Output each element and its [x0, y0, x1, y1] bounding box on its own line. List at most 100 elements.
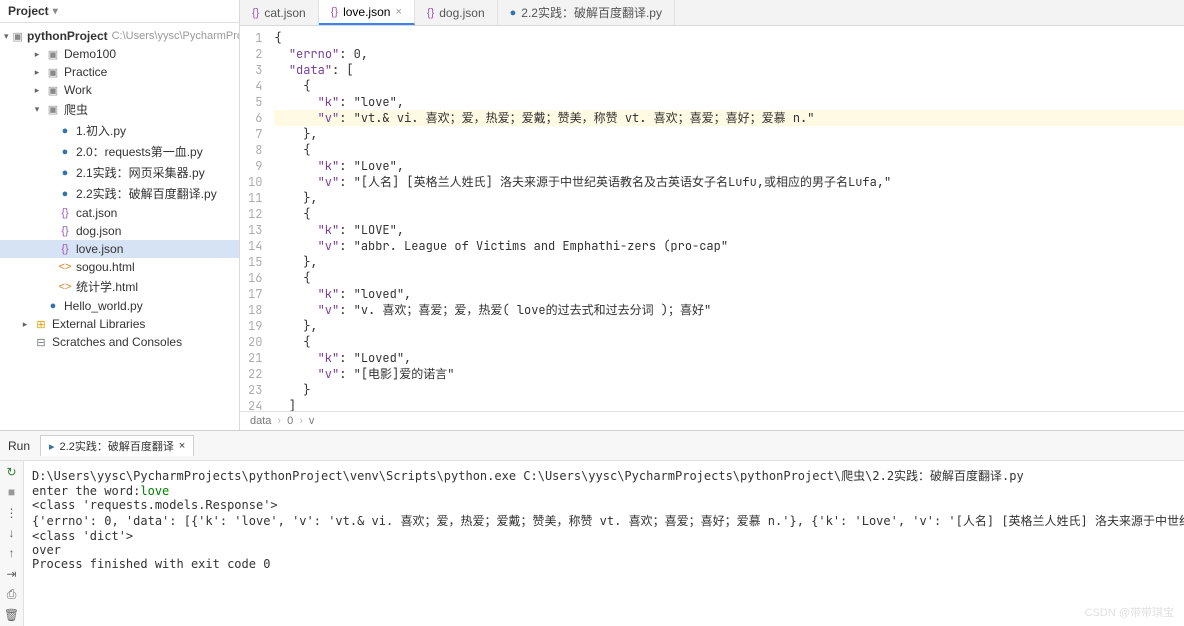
- tab-label: dog.json: [439, 6, 484, 20]
- tree-item-label: love.json: [76, 242, 123, 256]
- code-line: "v": "v. 喜欢；喜爱；爱，热爱( love的过去式和过去分词 )；喜好": [274, 302, 1184, 318]
- tree-item-label: 2.2实践：破解百度翻译.py: [76, 185, 217, 202]
- tree-item[interactable]: ● 2.1实践：网页采集器.py: [0, 162, 239, 183]
- tab-label: 2.2实践：破解百度翻译.py: [521, 4, 662, 21]
- code-line: "v": "[人名] [英格兰人姓氏] 洛夫来源于中世纪英语教名及古英语女子名L…: [274, 174, 1184, 190]
- breadcrumb-segment[interactable]: 0: [287, 415, 293, 427]
- tree-item[interactable]: ●1.初入.py: [0, 120, 239, 141]
- console-line: <class 'requests.models.Response'>: [32, 498, 1176, 512]
- print-button[interactable]: ⎙: [4, 587, 20, 602]
- tree-item[interactable]: ▸⊞External Libraries: [0, 315, 239, 333]
- console-output[interactable]: D:\Users\yysc\PycharmProjects\pythonProj…: [24, 461, 1184, 626]
- project-sidebar: Project ▾ ▾ ▣ pythonProject C:\Users\yys…: [0, 0, 240, 430]
- tree-item-label: Hello_world.py: [64, 299, 143, 313]
- editor-body[interactable]: 123456789101112131415161718192021222324 …: [240, 26, 1184, 411]
- chevron-down-icon: ▾: [4, 31, 9, 42]
- code-line: {: [274, 334, 1184, 350]
- close-icon[interactable]: ×: [179, 440, 185, 452]
- breadcrumb-segment[interactable]: data: [250, 415, 271, 427]
- py-icon: ●: [58, 166, 72, 180]
- code-content[interactable]: { "errno": 0, "data": [ { "k": "love", "…: [274, 26, 1184, 411]
- tree-item[interactable]: ▸▣Work: [0, 81, 239, 99]
- folder-icon: ▣: [13, 29, 23, 43]
- breadcrumb-segment[interactable]: v: [309, 415, 315, 427]
- tree-item[interactable]: ⊟Scratches and Consoles: [0, 333, 239, 351]
- editor-tab[interactable]: {} dog.json: [415, 0, 498, 25]
- tree-item[interactable]: ▾▣爬虫: [0, 99, 239, 120]
- tree-item[interactable]: {}cat.json: [0, 204, 239, 222]
- editor-tab[interactable]: {}love.json×: [319, 0, 415, 25]
- tree-item[interactable]: ●Hello_world.py: [0, 297, 239, 315]
- breadcrumb-separator: ›: [299, 415, 303, 427]
- tab-label: cat.json: [264, 6, 305, 20]
- code-line: "k": "LOVE",: [274, 222, 1184, 238]
- stop-button[interactable]: ■: [4, 485, 20, 499]
- tree-item-label: Demo100: [64, 47, 116, 61]
- tree-item[interactable]: ▸ ▣ Demo100: [0, 45, 239, 63]
- tree-item-label: 统计学.html: [76, 278, 138, 295]
- up-button[interactable]: ↑: [4, 546, 20, 560]
- close-icon[interactable]: ×: [395, 6, 401, 18]
- tree-item-label: Scratches and Consoles: [52, 335, 182, 349]
- tree-item[interactable]: {}love.json: [0, 240, 239, 258]
- py-icon: ●: [58, 145, 72, 159]
- code-line: {: [274, 206, 1184, 222]
- console-line: {'errno': 0, 'data': [{'k': 'love', 'v':…: [32, 512, 1176, 529]
- breadcrumb-separator: ›: [277, 415, 281, 427]
- code-line: {: [274, 270, 1184, 286]
- tree-item[interactable]: <>统计学.html: [0, 276, 239, 297]
- tree-arrow-icon: ▸: [20, 319, 30, 330]
- run-tab[interactable]: ▸ 2.2实践：破解百度翻译 ×: [40, 435, 194, 456]
- code-line: "k": "Love",: [274, 158, 1184, 174]
- console-line: D:\Users\yysc\PycharmProjects\pythonProj…: [32, 467, 1176, 484]
- soft-wrap-button[interactable]: ⇥: [4, 566, 20, 580]
- code-line: ]: [274, 398, 1184, 411]
- json-icon: {}: [427, 7, 434, 19]
- tree-item[interactable]: ● 2.2实践：破解百度翻译.py: [0, 183, 239, 204]
- breadcrumb[interactable]: data › 0 › v: [240, 411, 1184, 430]
- code-line: },: [274, 318, 1184, 334]
- json-icon: {}: [331, 6, 338, 18]
- json-icon: {}: [252, 7, 259, 19]
- more-icon[interactable]: ⋮: [4, 506, 20, 520]
- tree-item[interactable]: ▸▣Practice: [0, 63, 239, 81]
- tree-item-label: 2.1实践：网页采集器.py: [76, 164, 205, 181]
- root-path: C:\Users\yysc\PycharmProjects\p: [112, 30, 239, 42]
- console-line: <class 'dict'>: [32, 529, 1176, 543]
- tree-arrow-icon: ▸: [32, 85, 42, 96]
- tree-item[interactable]: ●2.0：requests第一血.py: [0, 141, 239, 162]
- code-line: {: [274, 78, 1184, 94]
- editor-tab[interactable]: ●2.2实践：破解百度翻译.py: [498, 0, 675, 25]
- tree-arrow-icon: ▸: [32, 49, 42, 60]
- code-line: "v": "abbr. League of Victims and Emphat…: [274, 238, 1184, 254]
- code-line: {: [274, 30, 1184, 46]
- editor-tab[interactable]: {} cat.json: [240, 0, 319, 25]
- tree-item-label: Work: [64, 83, 92, 97]
- trash-button[interactable]: 🗑: [4, 608, 20, 622]
- tree-item[interactable]: <>sogou.html: [0, 258, 239, 276]
- code-line: },: [274, 126, 1184, 142]
- run-panel: Run ▸ 2.2实践：破解百度翻译 × ↻ ■ ⋮ ↓ ↑ ⇥ ⎙ 🗑 D:\…: [0, 430, 1184, 626]
- rerun-button[interactable]: ↻: [4, 465, 20, 479]
- tree-root[interactable]: ▾ ▣ pythonProject C:\Users\yysc\PycharmP…: [0, 27, 239, 45]
- root-name: pythonProject: [27, 29, 108, 43]
- code-line: "v": "[电影]爱的诺言": [274, 366, 1184, 382]
- tree-item-label: External Libraries: [52, 317, 145, 331]
- tree-item-label: sogou.html: [76, 260, 135, 274]
- python-icon: ▸: [49, 440, 55, 453]
- code-line: },: [274, 254, 1184, 270]
- tree-item[interactable]: {}dog.json: [0, 222, 239, 240]
- json-icon: {}: [58, 206, 72, 220]
- sidebar-header[interactable]: Project ▾: [0, 0, 239, 23]
- run-tab-label: 2.2实践：破解百度翻译: [60, 438, 174, 454]
- watermark: CSDN @带带琪宝: [1085, 604, 1174, 620]
- code-line: "k": "love",: [274, 94, 1184, 110]
- folder-icon: ▣: [46, 47, 60, 61]
- down-button[interactable]: ↓: [4, 526, 20, 540]
- code-line: {: [274, 142, 1184, 158]
- run-header: Run ▸ 2.2实践：破解百度翻译 ×: [0, 431, 1184, 461]
- py-icon: ●: [58, 187, 72, 201]
- editor-area: {}cat.json{}love.json×{}dog.json●2.2实践：破…: [240, 0, 1184, 430]
- code-line: },: [274, 190, 1184, 206]
- run-toolbar: ↻ ■ ⋮ ↓ ↑ ⇥ ⎙ 🗑: [0, 461, 24, 626]
